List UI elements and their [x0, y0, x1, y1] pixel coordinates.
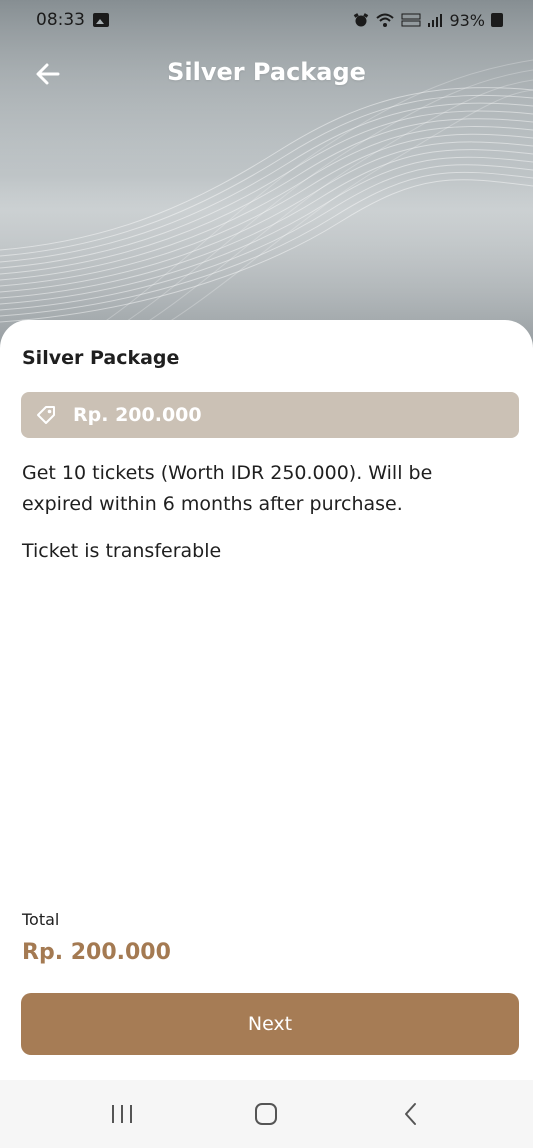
system-navigation-bar [0, 1080, 533, 1148]
recent-apps-icon [112, 1105, 133, 1123]
status-left: 08:33 [36, 10, 109, 30]
phone-screen: 08:33 93% Silver Package Silver Package … [0, 0, 533, 1148]
next-button[interactable]: Next [21, 993, 519, 1055]
recent-apps-button[interactable] [92, 1084, 152, 1144]
page-title: Silver Package [167, 58, 366, 86]
package-description: Get 10 tickets (Worth IDR 250.000). Will… [22, 462, 433, 515]
total-label: Total [22, 910, 60, 929]
home-icon [255, 1103, 278, 1125]
app-header: Silver Package [0, 52, 533, 96]
header-banner: 08:33 93% Silver Package [0, 0, 533, 350]
price-tag: Rp. 200.000 [21, 392, 519, 438]
home-button[interactable] [236, 1084, 296, 1144]
back-nav-button[interactable] [381, 1084, 441, 1144]
package-detail-sheet: Silver Package Rp. 200.000 Get 10 ticket… [0, 320, 533, 1080]
status-bar: 08:33 93% [0, 0, 533, 40]
battery-icon [491, 13, 503, 27]
package-name: Silver Package [22, 347, 180, 369]
image-icon [93, 13, 109, 27]
package-price: Rp. 200.000 [73, 404, 202, 426]
status-right: 93% [353, 11, 503, 30]
wifi-icon [376, 13, 395, 27]
total-amount: Rp. 200.000 [22, 940, 171, 965]
lte-icon [401, 13, 421, 27]
alarm-icon [354, 13, 369, 27]
back-nav-icon [404, 1103, 416, 1125]
signal-icon [428, 14, 443, 27]
tag-icon [37, 406, 55, 424]
battery-percent: 93% [449, 10, 485, 30]
transfer-note: Ticket is transferable [22, 540, 222, 562]
status-time: 08:33 [36, 10, 85, 30]
